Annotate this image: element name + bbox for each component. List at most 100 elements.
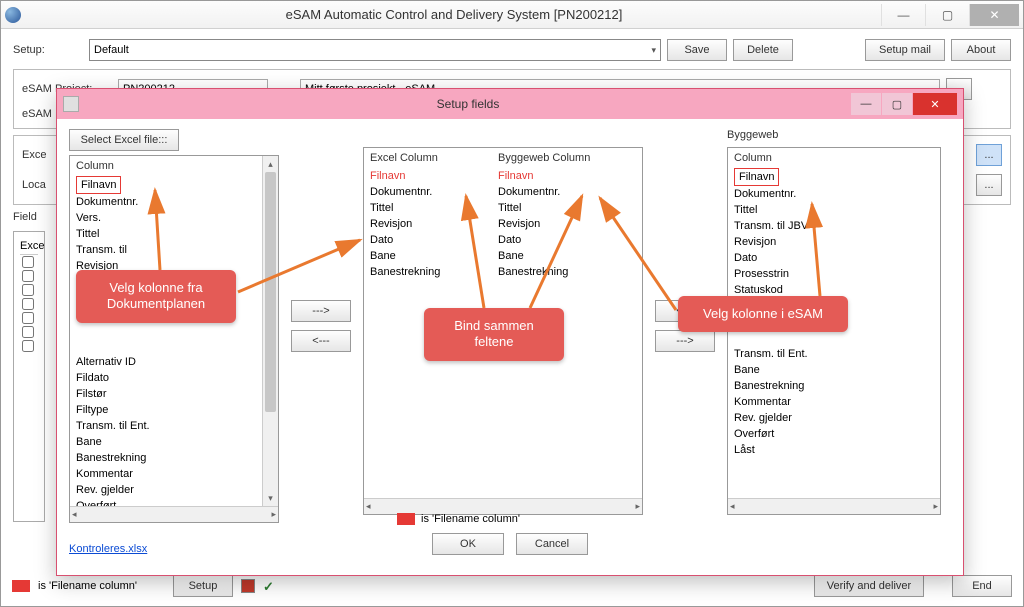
list-item[interactable]: Bane: [734, 362, 934, 378]
field-check-item[interactable]: T: [20, 269, 38, 283]
list-item[interactable]: Transm. til Ent.: [734, 346, 934, 362]
verify-deliver-button[interactable]: Verify and deliver: [814, 575, 924, 597]
list-header: Excel Column Byggeweb Column: [364, 148, 642, 166]
field-check-item[interactable]: R: [20, 297, 38, 311]
excel-columns-list[interactable]: Column FilnavnDokumentnr.Vers.TittelTran…: [69, 155, 279, 523]
list-item[interactable]: Kommentar: [734, 394, 934, 410]
list-item[interactable]: Filnavn: [734, 168, 779, 186]
fields-label: Field: [13, 211, 53, 223]
mapping-row[interactable]: RevisjonRevisjon: [370, 216, 636, 232]
setup-mail-button[interactable]: Setup mail: [865, 39, 945, 61]
minimize-icon[interactable]: —: [881, 4, 925, 26]
setup-dropdown[interactable]: Default ▾: [89, 39, 661, 61]
map-left-button[interactable]: <---: [291, 330, 351, 352]
setup-dropdown-value: Default: [94, 44, 129, 56]
map-right-button[interactable]: --->: [291, 300, 351, 322]
list-item[interactable]: Bane: [76, 434, 260, 450]
scrollbar-horizontal[interactable]: ◂▸: [364, 498, 642, 514]
mapping-row[interactable]: Dokumentnr.Dokumentnr.: [370, 184, 636, 200]
map-to-right-button[interactable]: --->: [655, 330, 715, 352]
list-item[interactable]: Filnavn: [76, 176, 121, 194]
checkbox[interactable]: [22, 298, 34, 310]
close-icon[interactable]: ✕: [969, 4, 1019, 26]
mapping-row[interactable]: BaneBane: [370, 248, 636, 264]
list-item[interactable]: Transm. til JBV: [734, 218, 934, 234]
checkbox[interactable]: [22, 284, 34, 296]
cancel-button[interactable]: Cancel: [516, 533, 588, 555]
select-excel-button[interactable]: Select Excel file:::: [69, 129, 179, 151]
maximize-icon[interactable]: ▢: [925, 4, 969, 26]
dialog-icon: [63, 96, 79, 112]
checkbox[interactable]: [22, 270, 34, 282]
field-check-item[interactable]: D: [20, 283, 38, 297]
list-item[interactable]: Dokumentnr.: [76, 194, 260, 210]
save-button[interactable]: Save: [667, 39, 727, 61]
map-left: Banestrekning: [370, 264, 498, 280]
list-item[interactable]: Tittel: [734, 202, 934, 218]
mapping-row[interactable]: TittelTittel: [370, 200, 636, 216]
list-item[interactable]: Tittel: [76, 226, 260, 242]
mid-left-header: Excel Column: [370, 152, 498, 164]
filename-legend: is 'Filename column': [397, 513, 520, 525]
end-button[interactable]: End: [952, 575, 1012, 597]
mapping-row[interactable]: FilnavnFilnavn: [370, 168, 636, 184]
list-item[interactable]: Transm. til Ent.: [76, 418, 260, 434]
excel-file-link[interactable]: Kontroleres.xlsx: [69, 543, 147, 555]
checkbox[interactable]: [22, 340, 34, 352]
setup-fields-button[interactable]: Setup: [173, 575, 233, 597]
scroll-up-icon[interactable]: ▴: [263, 156, 278, 172]
list-item[interactable]: Alternativ ID: [76, 354, 260, 370]
list-item[interactable]: Fildato: [76, 370, 260, 386]
dialog-minimize-icon[interactable]: —: [851, 93, 881, 115]
field-check-item[interactable]: B: [20, 325, 38, 339]
mapping-row[interactable]: BanestrekningBanestrekning: [370, 264, 636, 280]
excel-ellipsis-button[interactable]: ...: [976, 144, 1002, 166]
scrollbar-vertical[interactable]: ▴ ▾: [262, 156, 278, 506]
map-right: Bane: [498, 248, 524, 264]
local-ellipsis-button[interactable]: ...: [976, 174, 1002, 196]
fields-col-header: Exce: [20, 238, 38, 255]
list-item[interactable]: Overført: [76, 498, 260, 506]
list-item[interactable]: Transm. til: [76, 242, 260, 258]
setup-label: Setup:: [13, 44, 83, 56]
list-item[interactable]: Banestrekning: [734, 378, 934, 394]
checkbox[interactable]: [22, 312, 34, 324]
list-item[interactable]: Overført: [734, 426, 934, 442]
list-item[interactable]: Vers.: [76, 210, 260, 226]
list-item[interactable]: Filstør: [76, 386, 260, 402]
dialog-maximize-icon[interactable]: ▢: [882, 93, 912, 115]
list-item[interactable]: Rev. gjelder: [76, 482, 260, 498]
delete-button[interactable]: Delete: [733, 39, 793, 61]
list-item[interactable]: Dato: [734, 250, 934, 266]
list-item[interactable]: [76, 338, 260, 354]
scrollbar-horizontal[interactable]: ◂▸: [70, 506, 278, 522]
dialog-close-icon[interactable]: ✕: [913, 93, 957, 115]
map-left: Tittel: [370, 200, 498, 216]
list-item[interactable]: [734, 330, 934, 346]
list-item[interactable]: Filtype: [76, 402, 260, 418]
ok-button[interactable]: OK: [432, 533, 504, 555]
byggeweb-label: Byggeweb: [727, 129, 778, 141]
spellcheck-icon[interactable]: ✓: [263, 579, 277, 593]
list-item[interactable]: [76, 322, 260, 338]
field-check-item[interactable]: F: [20, 255, 38, 269]
list-item[interactable]: Prosesstrin: [734, 266, 934, 282]
scroll-down-icon[interactable]: ▾: [263, 490, 278, 506]
about-button[interactable]: About: [951, 39, 1011, 61]
mapping-row[interactable]: DatoDato: [370, 232, 636, 248]
list-item[interactable]: Dokumentnr.: [734, 186, 934, 202]
field-check-item[interactable]: D: [20, 311, 38, 325]
list-item[interactable]: Rev. gjelder: [734, 410, 934, 426]
list-item[interactable]: Revisjon: [734, 234, 934, 250]
field-check-item[interactable]: B: [20, 339, 38, 353]
pdf-icon[interactable]: [241, 579, 255, 593]
list-item[interactable]: Kommentar: [76, 466, 260, 482]
scroll-thumb[interactable]: [265, 172, 276, 412]
dialog-title: Setup fields: [85, 97, 851, 111]
checkbox[interactable]: [22, 256, 34, 268]
scrollbar-horizontal[interactable]: ◂▸: [728, 498, 940, 514]
map-right: Dato: [498, 232, 521, 248]
checkbox[interactable]: [22, 326, 34, 338]
list-item[interactable]: Banestrekning: [76, 450, 260, 466]
list-item[interactable]: Låst: [734, 442, 934, 458]
